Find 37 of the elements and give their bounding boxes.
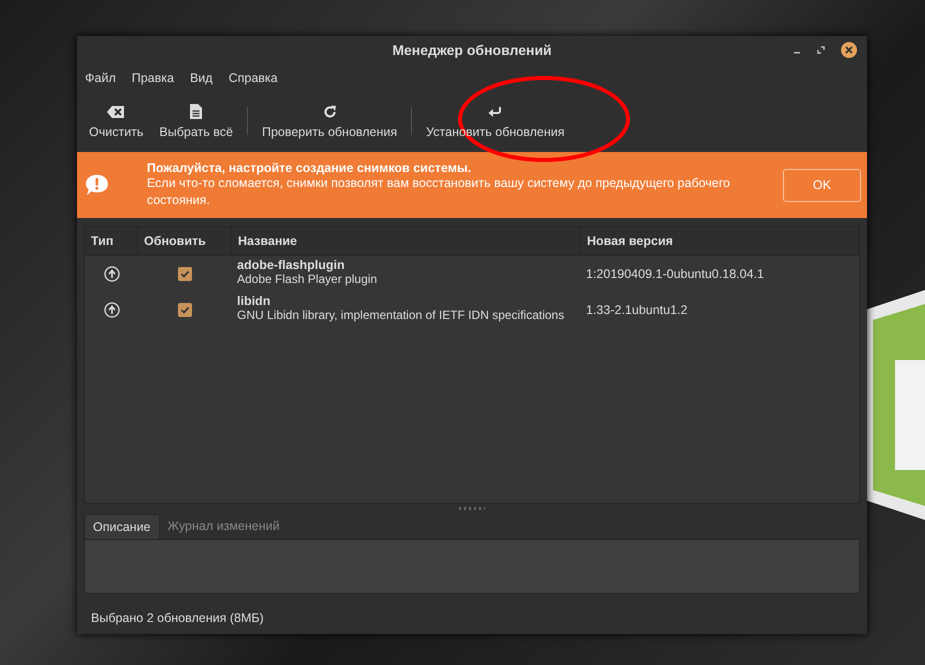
banner-title: Пожалуйста, настройте создание снимков системы. (146, 161, 472, 175)
package-description: GNU Libidn library, implementation of IETF IDN specifications (237, 308, 566, 322)
menu-item[interactable]: Файл (85, 69, 116, 87)
tab[interactable]: Описание (84, 514, 160, 539)
package-name: libidn (237, 294, 272, 308)
restore-icon[interactable] (817, 46, 825, 54)
banner-message: Если что-то сломается, снимки позволят вам восстановить вашу систему до предыдущего рабочего состояния. (146, 175, 731, 209)
window-title: Менеджер обновлений (392, 42, 552, 58)
up-arrow-circle-icon (104, 266, 120, 282)
warning-speech-icon (85, 173, 109, 197)
tab[interactable]: Журнал изменений (160, 514, 288, 539)
checkbox[interactable] (178, 267, 192, 281)
up-arrow-circle-icon (104, 302, 120, 318)
menu-item[interactable]: Справка (228, 69, 278, 87)
package-name: adobe-flashplugin (237, 258, 346, 272)
toolbar-button[interactable]: Проверить обновления (254, 100, 406, 142)
column-header[interactable]: Обновить (138, 227, 232, 255)
check-icon (180, 269, 190, 279)
menu-item[interactable]: Правка (132, 69, 174, 87)
refresh-icon (322, 104, 337, 118)
toolbar-button[interactable]: Выбрать всё (151, 100, 241, 142)
return-arrow-icon (488, 106, 502, 118)
column-header[interactable]: Новая версия (581, 227, 859, 255)
document-icon (190, 104, 202, 119)
column-header[interactable]: Тип (85, 227, 138, 255)
close-icon[interactable] (841, 42, 857, 58)
version-text: 1.33-2.1ubuntu1.2 (586, 303, 688, 317)
toolbar-button[interactable]: Очистить (81, 100, 152, 142)
checkbox[interactable] (178, 303, 192, 317)
package-description: Adobe Flash Player plugin (237, 272, 378, 286)
column-header[interactable]: Название (232, 227, 581, 255)
check-icon (180, 305, 190, 315)
menu-item[interactable]: Вид (190, 69, 213, 87)
resize-grip[interactable] (459, 507, 485, 510)
version-text: 1:20190409.1-0ubuntu0.18.04.1 (586, 267, 764, 281)
status-text: Выбрано 2 обновления (8МБ) (90, 610, 265, 625)
clear-icon (107, 104, 126, 118)
